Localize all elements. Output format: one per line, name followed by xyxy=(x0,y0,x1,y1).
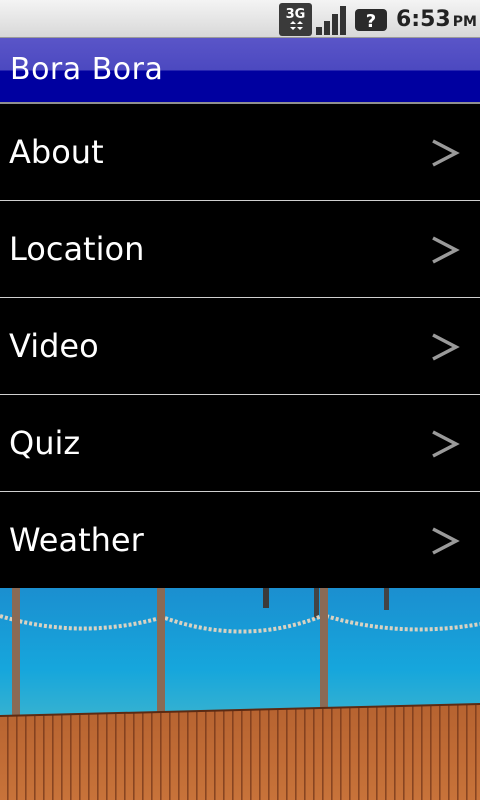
chevron-right-icon xyxy=(432,430,460,458)
signal-strength-icon xyxy=(316,6,346,35)
menu-item-label: Location xyxy=(9,230,145,268)
app-title: Bora Bora xyxy=(10,52,164,87)
3g-data-icon: 3G xyxy=(279,3,312,36)
clock: 6:53 PM xyxy=(396,6,477,34)
status-bar: 3G ? 6:53 PM xyxy=(0,0,480,38)
menu-item-about[interactable]: About xyxy=(0,104,480,201)
clock-ampm: PM xyxy=(452,14,477,30)
menu-item-label: About xyxy=(9,133,104,171)
menu-item-location[interactable]: Location xyxy=(0,201,480,298)
chevron-right-icon xyxy=(432,527,460,555)
chevron-right-icon xyxy=(432,236,460,264)
clock-time: 6:53 xyxy=(396,7,451,32)
help-question-icon: ? xyxy=(355,9,387,32)
menu-item-quiz[interactable]: Quiz xyxy=(0,395,480,492)
menu-item-video[interactable]: Video xyxy=(0,298,480,395)
svg-text:?: ? xyxy=(366,11,376,32)
menu-item-label: Weather xyxy=(9,521,144,559)
menu-list: About Location Video Quiz Weather xyxy=(0,104,480,588)
chevron-right-icon xyxy=(432,333,460,361)
menu-item-weather[interactable]: Weather xyxy=(0,492,480,588)
dock-over-lagoon-photo xyxy=(0,588,480,800)
title-bar: Bora Bora xyxy=(0,38,480,104)
menu-item-label: Video xyxy=(9,327,99,365)
network-type-label: 3G xyxy=(286,7,306,22)
menu-item-label: Quiz xyxy=(9,424,81,462)
chevron-right-icon xyxy=(432,139,460,167)
